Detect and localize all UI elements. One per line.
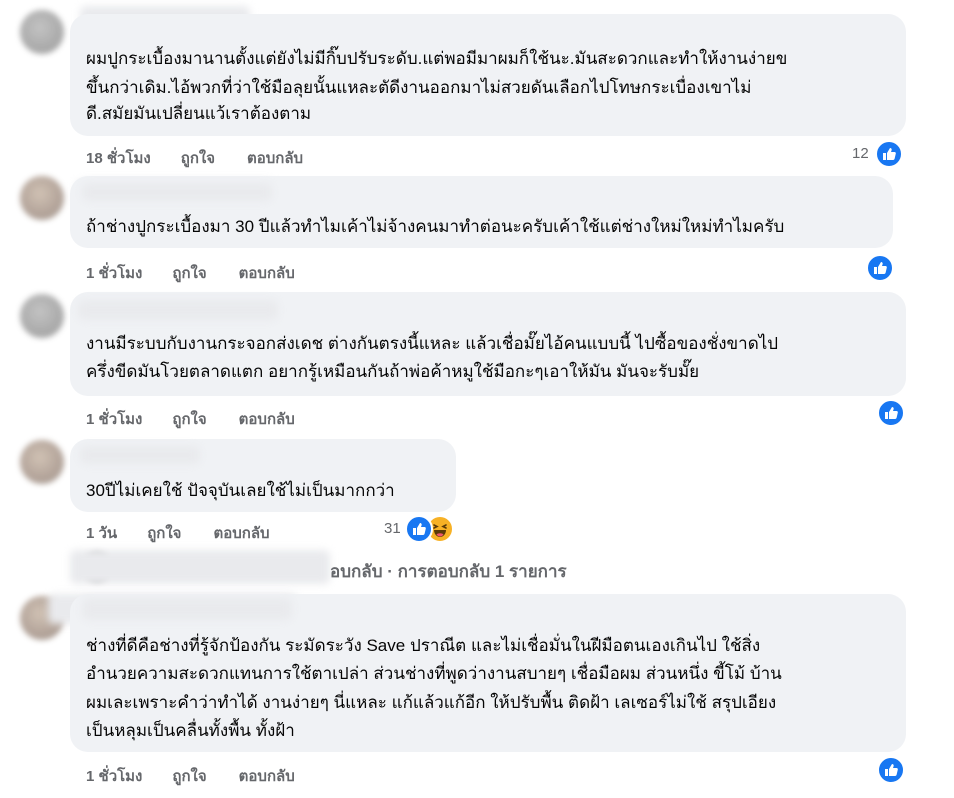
commenter-name[interactable] [82, 598, 292, 620]
like-button[interactable]: ถูกใจ [172, 768, 206, 785]
reply-button[interactable]: ตอบกลับ [239, 411, 295, 428]
comment-text-line: งานมีระบบกับงานกระจอกส่งเดช ต่างกันตรงนี… [86, 334, 779, 353]
comment-actions: 1 ชั่วโมง ถูกใจ ตอบกลับ [86, 764, 327, 788]
comment-text-line: ขึ้นกว่าเดิม.ไอ้พวกที่ว่าใช้มือลุยนั้นแห… [86, 78, 752, 97]
timestamp-link[interactable]: 18 ชั่วโมง [86, 150, 151, 167]
timestamp-link[interactable]: 1 ชั่วโมง [86, 768, 142, 785]
reaction-count[interactable]: 31 [384, 520, 401, 537]
comment-actions: 1 วัน ถูกใจ ตอบกลับ [86, 521, 302, 545]
like-button[interactable]: ถูกใจ [147, 525, 181, 542]
comment-text-line: ดี.สมัยมันเปลี่ยนแว้เราต้องตาม [86, 104, 312, 123]
avatar[interactable] [20, 10, 64, 54]
comment-actions: 1 ชั่วโมง ถูกใจ ตอบกลับ [86, 407, 327, 431]
comment-actions: 18 ชั่วโมง ถูกใจ ตอบกลับ [86, 146, 335, 170]
like-button[interactable]: ถูกใจ [172, 411, 206, 428]
thumbs-up-icon[interactable] [875, 140, 903, 168]
thumbs-up-icon[interactable] [877, 399, 905, 427]
commenter-name[interactable] [82, 183, 272, 201]
comment-text-line: ครึ่งขีดมันโวยตลาดแตก อยากรู้เหมือนกันถ้… [86, 362, 700, 381]
avatar[interactable] [20, 176, 64, 220]
thumbs-up-icon[interactable] [405, 515, 433, 543]
thumbs-up-icon[interactable] [866, 254, 894, 282]
comment-actions: 1 ชั่วโมง ถูกใจ ตอบกลับ [86, 261, 327, 285]
comment-text-line: เป็นหลุมเป็นคลื่นทั้งพื้น ทั้งฝ้า [86, 721, 295, 740]
comment-text-line: อำนวยความสะดวกแทนการใช้ตาเปล่า ส่วนช่างท… [86, 664, 782, 683]
comment-text-line: ผมปูกระเบื้องมานานตั้งแต่ยังไม่มีกิ๊บปรั… [86, 49, 788, 68]
like-button[interactable]: ถูกใจ [172, 265, 206, 282]
comment-text-line: ช่างที่ดีคือช่างที่รู้จักป้องกัน ระมัดระ… [86, 636, 761, 655]
comment-text-line: ผมเละเพราะคำว่าทำได้ งานง่ายๆ นี่แหละ แก… [86, 693, 777, 712]
avatar[interactable] [20, 440, 64, 484]
comment-text-line: ถ้าช่างปูกระเบื้องมา 30 ปีแล้วทำไมเค้าไม… [86, 217, 785, 236]
timestamp-link[interactable]: 1 ชั่วโมง [86, 265, 142, 282]
reply-button[interactable]: ตอบกลับ [239, 265, 295, 282]
thumbs-up-icon[interactable] [877, 756, 905, 784]
reply-button[interactable]: ตอบกลับ [247, 150, 303, 167]
commenter-name[interactable] [78, 300, 278, 320]
timestamp-link[interactable]: 1 ชั่วโมง [86, 411, 142, 428]
like-button[interactable]: ถูกใจ [181, 150, 215, 167]
reply-button[interactable]: ตอบกลับ [239, 768, 295, 785]
replier-name[interactable] [70, 550, 330, 584]
timestamp-link[interactable]: 1 วัน [86, 525, 117, 542]
view-replies-link[interactable]: อบกลับ · การตอบกลับ 1 รายการ [330, 558, 567, 585]
reaction-count[interactable]: 12 [852, 145, 869, 162]
comment-text-line: 30ปีไม่เคยใช้ ปัจจุบันเลยใช้ไม่เป็นมากกว… [86, 481, 395, 500]
reply-button[interactable]: ตอบกลับ [213, 525, 269, 542]
avatar[interactable] [20, 294, 64, 338]
commenter-name[interactable] [80, 446, 200, 464]
